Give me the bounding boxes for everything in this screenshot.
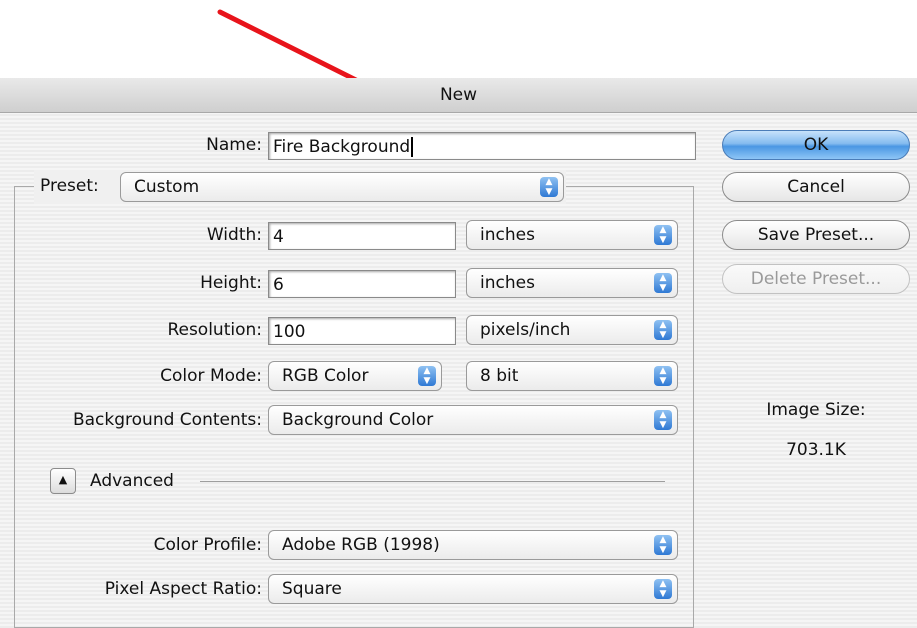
pixel-aspect-ratio-value: Square (282, 579, 342, 599)
color-profile-value: Adobe RGB (1998) (282, 535, 440, 555)
advanced-divider (200, 481, 665, 482)
resolution-value: 100 (273, 322, 306, 342)
triangle-up-icon: ▲ (58, 473, 68, 486)
width-label: Width: (206, 225, 262, 245)
color-profile-label: Color Profile: (153, 535, 262, 555)
new-document-dialog: New Name: Fire Background Preset: Custom… (0, 78, 917, 628)
updown-stepper-icon: ▲ ▼ (418, 366, 436, 386)
delete-preset-button[interactable]: Delete Preset... (722, 264, 910, 294)
color-profile-popup[interactable]: Adobe RGB (1998) ▲ ▼ (268, 530, 678, 560)
preset-popup[interactable]: Custom ▲ ▼ (120, 172, 564, 202)
updown-stepper-icon: ▲ ▼ (654, 410, 672, 430)
pixel-aspect-ratio-label: Pixel Aspect Ratio: (104, 579, 262, 599)
background-contents-popup[interactable]: Background Color ▲ ▼ (268, 405, 678, 435)
updown-stepper-icon: ▲ ▼ (654, 535, 672, 555)
width-field[interactable]: 4 (268, 222, 456, 250)
height-label: Height: (200, 273, 262, 293)
text-caret (411, 137, 414, 157)
preset-value: Custom (134, 177, 200, 197)
height-field[interactable]: 6 (268, 270, 456, 298)
advanced-disclosure-button[interactable]: ▲ (50, 468, 76, 494)
resolution-unit: pixels/inch (480, 320, 571, 340)
background-contents-label: Background Contents: (72, 410, 262, 430)
advanced-label: Advanced (90, 471, 174, 491)
name-field[interactable]: Fire Background (268, 132, 696, 160)
image-size-label: Image Size: (766, 400, 866, 420)
updown-stepper-icon: ▲ ▼ (540, 177, 558, 197)
color-mode-label: Color Mode: (160, 366, 262, 386)
updown-stepper-icon: ▲ ▼ (654, 366, 672, 386)
updown-stepper-icon: ▲ ▼ (654, 273, 672, 293)
updown-stepper-icon: ▲ ▼ (654, 320, 672, 340)
width-value: 4 (273, 227, 284, 247)
height-value: 6 (273, 275, 284, 295)
resolution-label: Resolution: (167, 320, 262, 340)
height-unit: inches (480, 273, 535, 293)
updown-stepper-icon: ▲ ▼ (654, 579, 672, 599)
save-preset-button[interactable]: Save Preset... (722, 220, 910, 250)
dialog-title: New (0, 78, 917, 113)
ok-button[interactable]: OK (722, 130, 910, 160)
height-unit-popup[interactable]: inches ▲ ▼ (466, 268, 678, 298)
resolution-field[interactable]: 100 (268, 317, 456, 345)
updown-stepper-icon: ▲ ▼ (654, 225, 672, 245)
cancel-button[interactable]: Cancel (722, 172, 910, 202)
bit-depth-value: 8 bit (480, 366, 519, 386)
pixel-aspect-ratio-popup[interactable]: Square ▲ ▼ (268, 574, 678, 604)
name-value: Fire Background (273, 137, 411, 157)
color-mode-value: RGB Color (282, 366, 369, 386)
preset-label: Preset: (40, 176, 99, 196)
background-contents-value: Background Color (282, 410, 434, 430)
resolution-unit-popup[interactable]: pixels/inch ▲ ▼ (466, 315, 678, 345)
width-unit-popup[interactable]: inches ▲ ▼ (466, 220, 678, 250)
width-unit: inches (480, 225, 535, 245)
name-label: Name: (206, 135, 262, 155)
color-mode-popup[interactable]: RGB Color ▲ ▼ (268, 361, 442, 391)
image-size-value: 703.1K (786, 440, 846, 460)
bit-depth-popup[interactable]: 8 bit ▲ ▼ (466, 361, 678, 391)
